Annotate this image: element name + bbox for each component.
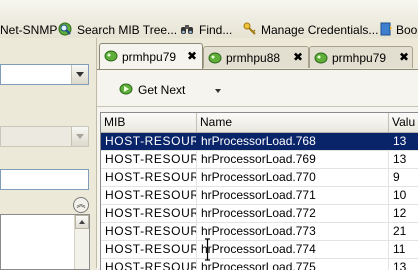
cell-value: 11 [389, 241, 418, 258]
cell-mib: HOST-RESOUR... [101, 223, 197, 240]
left-panel: ︽ [0, 38, 97, 270]
search-mib-icon [58, 22, 72, 36]
toolbar-bookmarks-label: Bool [396, 23, 418, 37]
bookmark-icon [380, 22, 392, 36]
snmp-agent-icon [208, 52, 222, 64]
cell-mib: HOST-RESOUR... [101, 187, 197, 204]
cell-name: hrProcessorLoad.772 [197, 205, 389, 222]
cell-value: 21 [389, 223, 418, 240]
column-header-name[interactable]: Name [197, 113, 389, 132]
cell-name: hrProcessorLoad.771 [197, 187, 389, 204]
left-top-dropdown[interactable] [0, 64, 89, 85]
tab-label: prmhpu88 [226, 51, 281, 65]
cell-name: hrProcessorLoad.773 [197, 223, 389, 240]
cell-value: 9 [389, 169, 418, 186]
chevron-down-icon[interactable] [71, 65, 88, 84]
mouse-cursor-icon [205, 238, 210, 261]
tab-prmhpu88[interactable]: prmhpu88 ✖ [203, 46, 309, 68]
table-row[interactable]: HOST-RESOUR...hrProcessorLoad.77513 [101, 259, 418, 270]
toolbar-bookmarks[interactable]: Bool [379, 22, 418, 38]
tab-content: Get Next MIB Name Valu HOST-RESOUR...hrP… [97, 69, 418, 270]
close-icon[interactable]: ✖ [293, 50, 303, 64]
table-row[interactable]: HOST-RESOUR...hrProcessorLoad.77321 [101, 223, 418, 241]
snmp-agent-icon [314, 52, 328, 64]
scroll-up-icon[interactable] [75, 215, 89, 229]
toolbar-find-label: Find... [199, 23, 233, 37]
left-list-scrollbar[interactable] [74, 215, 89, 269]
main-toolbar: Net-SNMP Search MIB Tree... Find... Mana… [0, 0, 418, 39]
cell-name: hrProcessorLoad.770 [197, 169, 389, 186]
divider [97, 106, 418, 107]
results-table: MIB Name Valu HOST-RESOUR...hrProcessorL… [100, 112, 418, 270]
cell-value: 13 [389, 259, 418, 270]
column-header-value[interactable]: Valu [389, 113, 418, 132]
table-row[interactable]: HOST-RESOUR...hrProcessorLoad.7709 [101, 169, 418, 187]
toolbar-find[interactable]: Find... [180, 22, 235, 38]
tab-label: prmhpu79 [122, 50, 177, 64]
table-header: MIB Name Valu [101, 113, 418, 133]
cell-name: hrProcessorLoad.768 [197, 133, 389, 150]
cell-mib: HOST-RESOUR... [101, 241, 197, 258]
cell-mib: HOST-RESOUR... [101, 169, 197, 186]
column-header-mib[interactable]: MIB [101, 113, 197, 132]
table-row[interactable]: HOST-RESOUR...hrProcessorLoad.76813 [101, 133, 418, 151]
left-disabled-dropdown [0, 126, 89, 147]
chevron-down-icon [71, 127, 88, 146]
table-row[interactable]: HOST-RESOUR...hrProcessorLoad.77110 [101, 187, 418, 205]
cell-mib: HOST-RESOUR... [101, 259, 197, 270]
tab-prmhpu79-active[interactable]: prmhpu79 ✖ [99, 43, 203, 69]
collapse-up-icon[interactable]: ︽ [73, 197, 89, 213]
toolbar-manage-credentials[interactable]: Manage Credentials... [243, 22, 378, 38]
cell-name: hrProcessorLoad.769 [197, 151, 389, 168]
table-row[interactable]: HOST-RESOUR...hrProcessorLoad.77411 [101, 241, 418, 259]
close-icon[interactable]: ✖ [399, 50, 409, 64]
tab-prmhpu79-second[interactable]: prmhpu79 ✖ [309, 46, 413, 68]
toolbar-search-mib-label: Search MIB Tree... [77, 23, 178, 37]
chevron-down-icon[interactable] [215, 89, 221, 93]
cell-value: 13 [389, 133, 418, 150]
table-row[interactable]: HOST-RESOUR...hrProcessorLoad.76913 [101, 151, 418, 169]
cell-name: hrProcessorLoad.775 [197, 259, 389, 270]
key-icon [243, 22, 256, 35]
left-input-field[interactable] [0, 169, 89, 190]
cell-mib: HOST-RESOUR... [101, 205, 197, 222]
get-next-label: Get Next [138, 83, 186, 97]
toolbar-search-mib-tree[interactable]: Search MIB Tree... [58, 22, 177, 38]
toolbar-net-snmp-label: Net-SNMP [0, 23, 58, 37]
cell-value: 10 [389, 187, 418, 204]
cell-mib: HOST-RESOUR... [101, 133, 197, 150]
tab-label: prmhpu79 [332, 51, 387, 65]
table-row[interactable]: HOST-RESOUR...hrProcessorLoad.77212 [101, 205, 418, 223]
cell-value: 12 [389, 205, 418, 222]
cell-name: hrProcessorLoad.774 [197, 241, 389, 258]
snmp-agent-icon [104, 50, 118, 62]
right-panel: prmhpu79 ✖ prmhpu88 ✖ prmhpu79 ✖ Get Nex… [97, 38, 418, 270]
cell-value: 13 [389, 151, 418, 168]
cell-mib: HOST-RESOUR... [101, 151, 197, 168]
close-icon[interactable]: ✖ [187, 49, 197, 63]
binoculars-icon [181, 25, 193, 34]
toolbar-manage-credentials-label: Manage Credentials... [261, 23, 379, 37]
get-next-icon [119, 83, 133, 95]
left-list-box[interactable] [0, 214, 90, 270]
